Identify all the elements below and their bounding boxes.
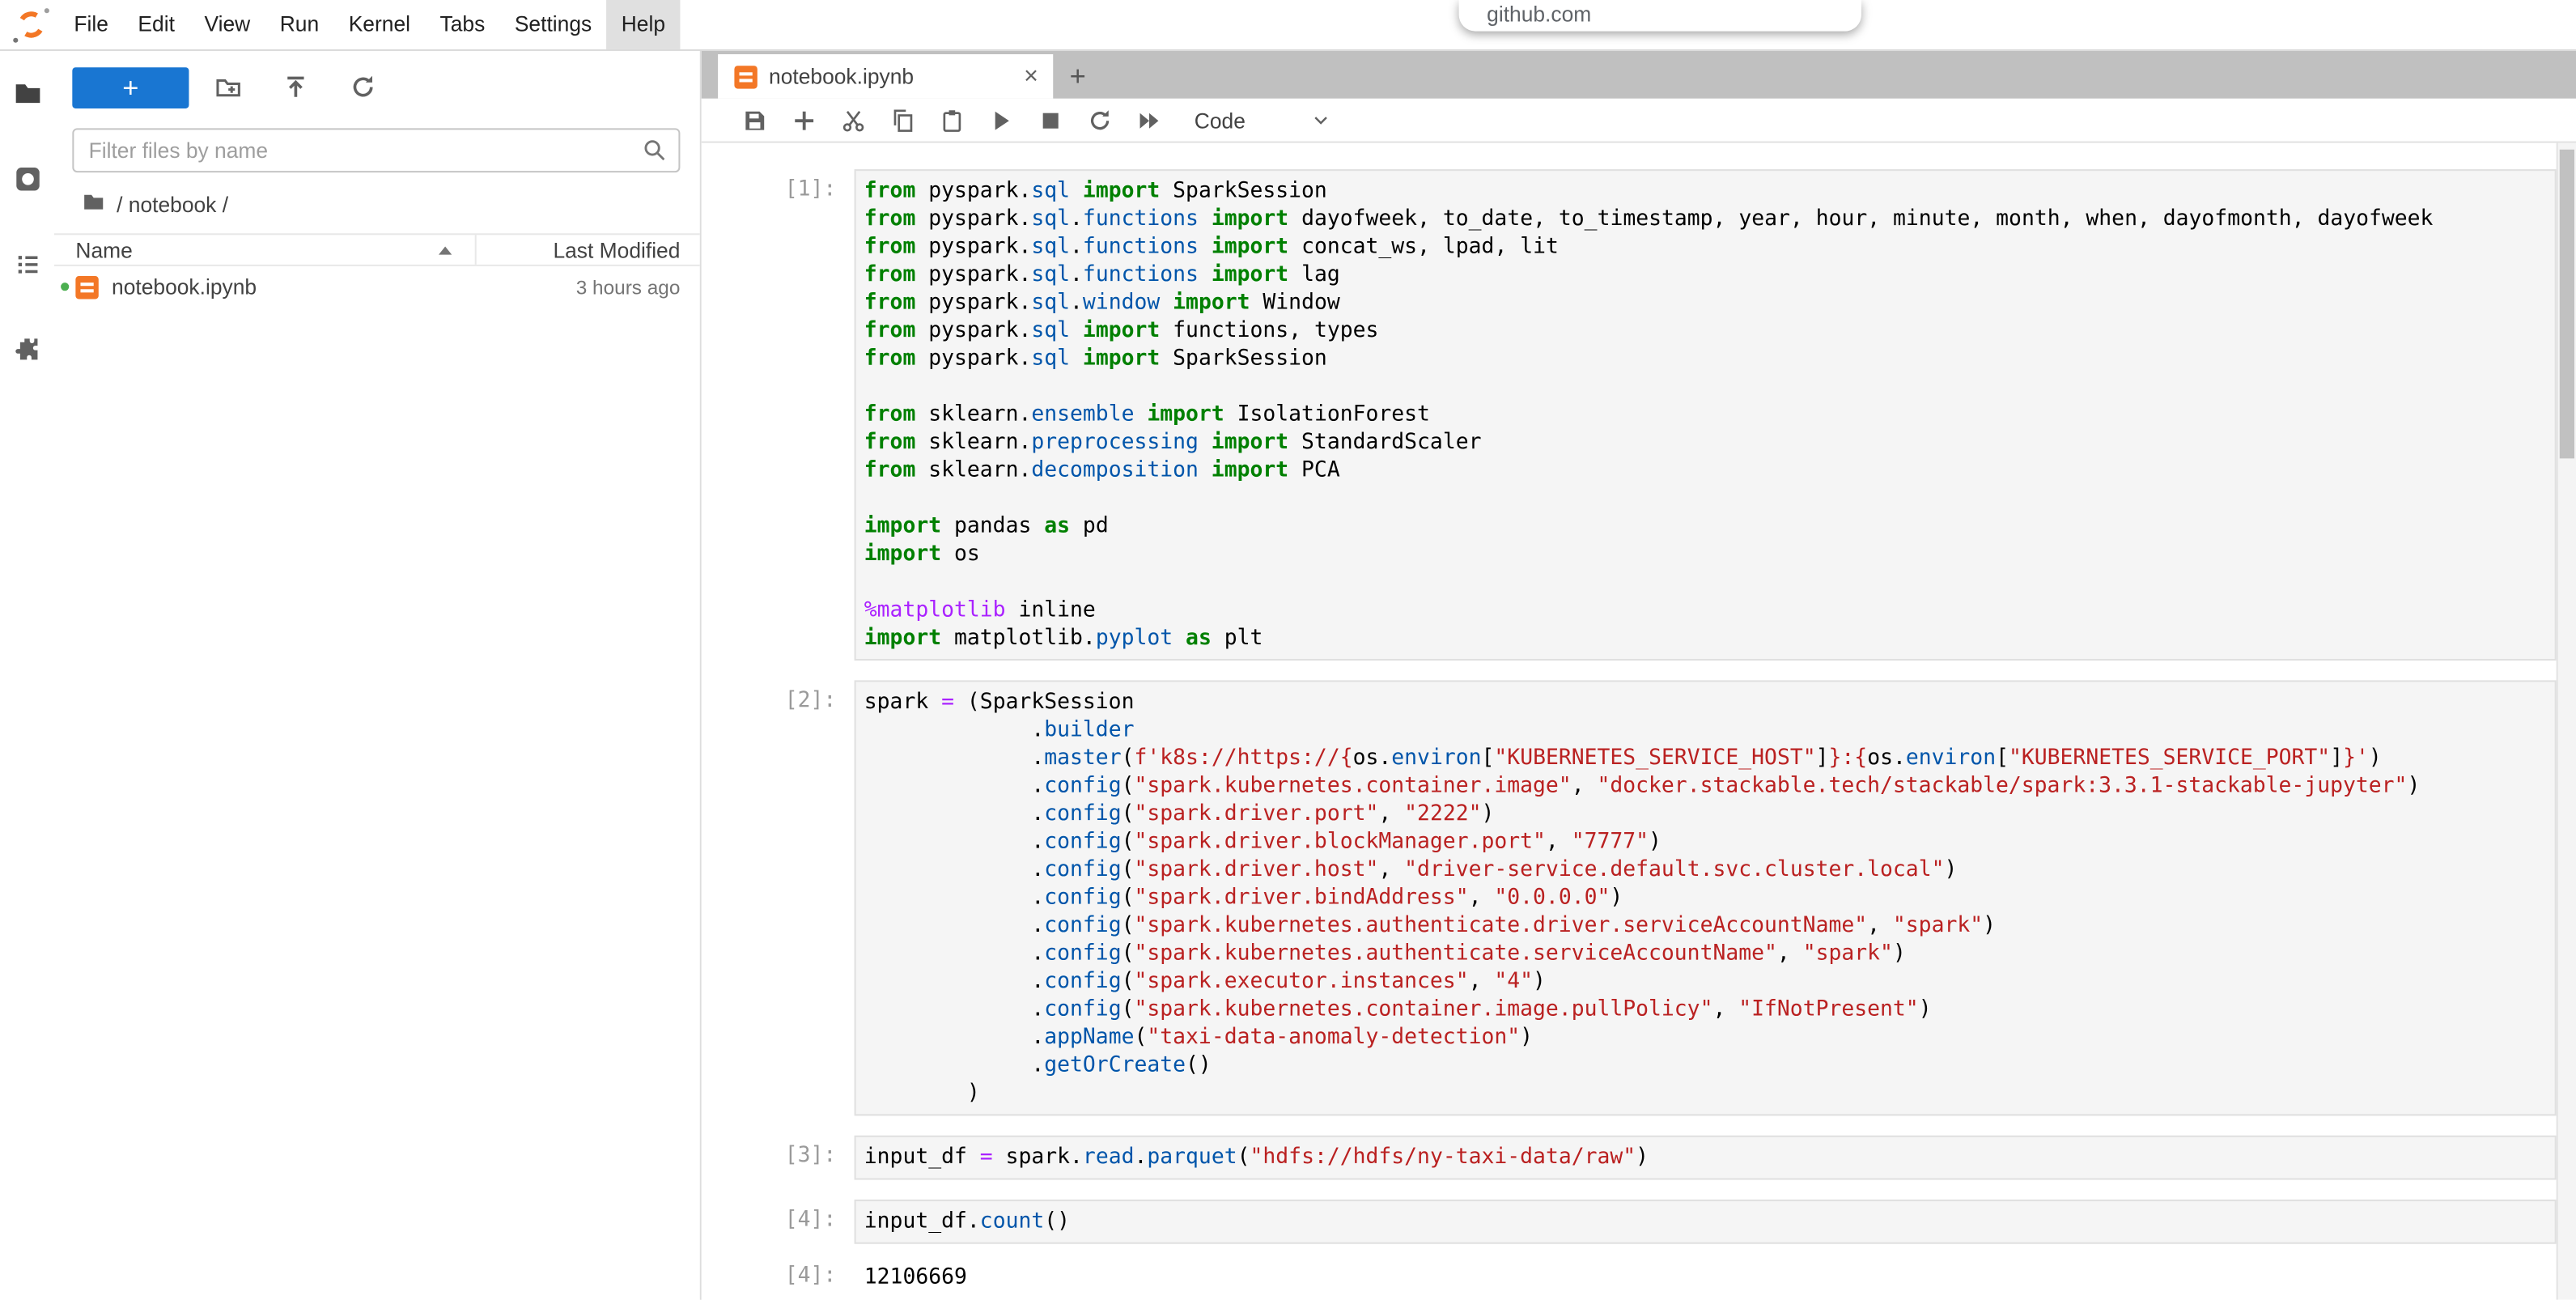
cell-output-row: [4]:12106669 — [702, 1264, 2576, 1292]
file-list: notebook.ipynb 3 hours ago — [54, 266, 700, 308]
browser-popup-text: github.com — [1487, 0, 1861, 30]
running-kernels-icon — [12, 164, 42, 202]
table-of-contents-icon — [13, 250, 41, 287]
cell-input-prompt: [3]: — [702, 1136, 855, 1180]
column-name-label: Name — [75, 237, 132, 261]
cell-type-dropdown[interactable]: Code — [1195, 108, 1331, 132]
code-cell: [4]:input_df.count() — [702, 1200, 2576, 1244]
puzzle-icon — [13, 335, 41, 372]
restart-kernel-button[interactable] — [1075, 99, 1124, 142]
search-icon — [643, 138, 667, 172]
breadcrumb: / notebook / — [83, 190, 681, 216]
scrollbar-thumb[interactable] — [2560, 150, 2574, 459]
jupyter-logo-ring — [15, 9, 47, 40]
file-list-header: Name Last Modified — [54, 233, 700, 266]
jupyterlab-window: FileEditViewRunKernelTabsSettingsHelp + — [0, 0, 2576, 1300]
menu-item-tabs[interactable]: Tabs — [425, 0, 499, 49]
interrupt-kernel-button[interactable] — [1025, 99, 1075, 142]
filter-box — [72, 128, 680, 172]
notebook-panel: [1]:from pyspark.sql import SparkSession… — [702, 143, 2576, 1300]
activity-bar — [0, 51, 54, 1300]
tab-label: notebook.ipynb — [769, 64, 914, 88]
filter-files-input[interactable] — [74, 130, 678, 171]
file-browser-panel: + / notebook / Name Last Modified notebo… — [54, 51, 702, 1300]
save-button[interactable] — [729, 99, 779, 142]
cell-input-prompt: [2]: — [702, 680, 855, 1115]
new-folder-button[interactable] — [215, 74, 241, 100]
menu-item-help[interactable]: Help — [606, 0, 680, 49]
cell-editor[interactable]: input_df = spark.read.parquet("hdfs://hd… — [855, 1136, 2557, 1180]
cell-input-prompt: [4]: — [702, 1200, 855, 1244]
notebook-file-icon — [75, 275, 98, 298]
menu-item-settings[interactable]: Settings — [500, 0, 607, 49]
menu-bar: FileEditViewRunKernelTabsSettingsHelp — [0, 0, 2576, 51]
jupyter-logo — [13, 6, 49, 43]
menu-items: FileEditViewRunKernelTabsSettingsHelp — [59, 0, 680, 49]
sidebar-tab-table-of-contents[interactable] — [0, 238, 54, 297]
home-folder-icon[interactable] — [83, 189, 105, 218]
paste-cell-button[interactable] — [927, 99, 976, 142]
kernel-running-dot — [61, 283, 69, 291]
copy-cell-button[interactable] — [877, 99, 927, 142]
jupyter-logo-dot — [13, 38, 18, 43]
file-modified: 3 hours ago — [576, 275, 700, 298]
cell-type-value: Code — [1195, 108, 1246, 132]
sort-ascending-icon — [439, 245, 452, 253]
file-row[interactable]: notebook.ipynb 3 hours ago — [54, 266, 700, 308]
menu-item-view[interactable]: View — [189, 0, 265, 49]
folder-icon — [12, 78, 42, 116]
file-browser-toolbar: + — [72, 66, 680, 108]
jupyter-logo-dot — [45, 8, 49, 13]
menu-item-kernel[interactable]: Kernel — [333, 0, 425, 49]
add-cell-button[interactable] — [779, 99, 828, 142]
code-cell: [1]:from pyspark.sql import SparkSession… — [702, 169, 2576, 661]
menu-item-file[interactable]: File — [59, 0, 123, 49]
refresh-button[interactable] — [350, 74, 376, 100]
main-dock-panel: notebook.ipynb × + Code [1]:from pyspark… — [702, 51, 2576, 1300]
breadcrumb-path: / notebook / — [117, 191, 228, 215]
run-cell-button[interactable] — [976, 99, 1025, 142]
column-header-name[interactable]: Name — [54, 235, 477, 265]
close-tab-icon[interactable]: × — [1024, 64, 1038, 88]
cell-list: [1]:from pyspark.sql import SparkSession… — [702, 143, 2576, 1292]
menu-item-run[interactable]: Run — [265, 0, 333, 49]
cell-output-prompt: [4]: — [702, 1264, 855, 1292]
vertical-scrollbar[interactable] — [2557, 143, 2576, 1300]
new-launcher-button[interactable]: + — [72, 66, 189, 108]
cut-cell-button[interactable] — [828, 99, 877, 142]
sidebar-tab-extensions[interactable] — [0, 324, 54, 383]
code-cell: [2]:spark = (SparkSession .builder .mast… — [702, 680, 2576, 1115]
browser-popup: github.com — [1459, 0, 1861, 32]
cell-editor[interactable]: from pyspark.sql import SparkSessionfrom… — [855, 169, 2557, 661]
tab-notebook[interactable]: notebook.ipynb × — [718, 54, 1053, 99]
sidebar-tab-file-browser[interactable] — [0, 67, 54, 126]
file-name: notebook.ipynb — [112, 274, 257, 299]
cell-output-text: 12106669 — [855, 1264, 967, 1292]
tab-bar: notebook.ipynb × + — [702, 51, 2576, 99]
new-tab-button[interactable]: + — [1053, 54, 1102, 99]
cell-editor[interactable]: spark = (SparkSession .builder .master(f… — [855, 680, 2557, 1115]
sidebar-tab-running-kernels[interactable] — [0, 153, 54, 212]
cell-input-prompt: [1]: — [702, 169, 855, 661]
column-header-last-modified[interactable]: Last Modified — [477, 237, 700, 261]
chevron-down-icon — [1311, 110, 1330, 130]
restart-run-all-button[interactable] — [1124, 99, 1173, 142]
code-cell: [3]:input_df = spark.read.parquet("hdfs:… — [702, 1136, 2576, 1180]
notebook-toolbar: Code — [702, 99, 2576, 143]
notebook-icon — [734, 65, 757, 87]
upload-button[interactable] — [282, 74, 308, 100]
cell-editor[interactable]: input_df.count() — [855, 1200, 2557, 1244]
menu-item-edit[interactable]: Edit — [123, 0, 189, 49]
